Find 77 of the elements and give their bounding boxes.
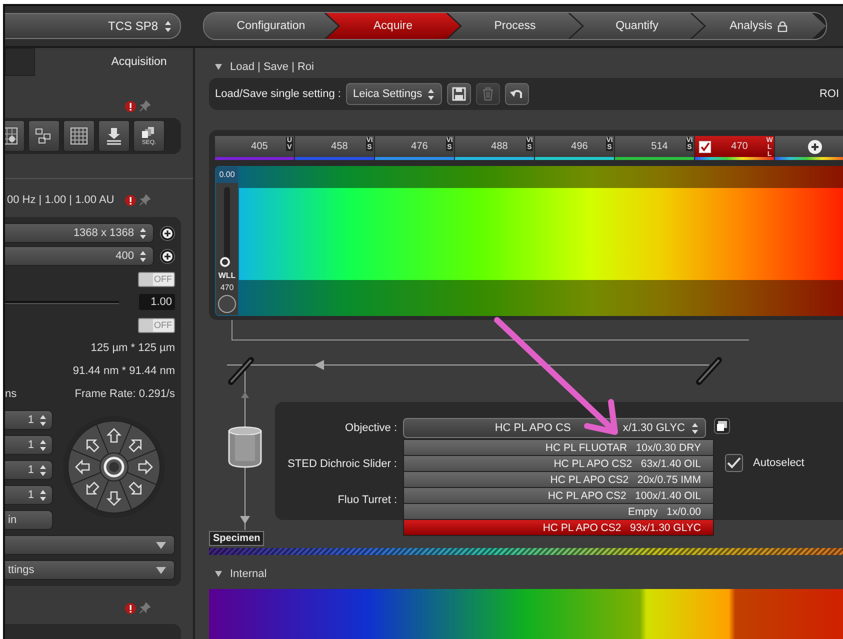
- info-text: 125 µm * 125 µm: [90, 342, 175, 354]
- grid-icon: [69, 126, 89, 146]
- slider-label: WLL: [218, 271, 236, 280]
- workflow-tab[interactable]: Acquire: [326, 13, 460, 39]
- specimen-label: Specimen: [209, 531, 264, 546]
- up-down-arrows-icon: [164, 20, 172, 32]
- up-down-arrows-icon: [39, 464, 47, 476]
- checkbox[interactable]: [725, 454, 743, 472]
- info-icon[interactable]: [125, 602, 136, 614]
- section-title[interactable]: Load | Save | Roi: [230, 61, 314, 73]
- spin-field[interactable]: 1: [5, 460, 53, 480]
- field-label: Objective :: [345, 422, 397, 434]
- workflow-tab[interactable]: Configuration: [204, 13, 338, 39]
- select-field[interactable]: 1368 x 1368: [5, 223, 154, 243]
- dropdown-field[interactable]: [5, 535, 175, 555]
- slider-thumb[interactable]: [220, 257, 230, 267]
- scale-label: 0.00: [216, 167, 238, 183]
- up-down-arrows-icon: [691, 422, 699, 434]
- toolbar-button[interactable]: [28, 120, 60, 152]
- select-field[interactable]: 400: [5, 246, 154, 266]
- caret-down-icon: [156, 566, 166, 574]
- section-title[interactable]: Internal: [230, 568, 267, 580]
- workflow-tab[interactable]: Quantify: [570, 13, 704, 39]
- up-down-arrows-icon: [139, 226, 147, 240]
- add-icon[interactable]: [160, 248, 175, 264]
- info-text: ns: [5, 388, 17, 400]
- workflow-tab[interactable]: Analysis: [692, 13, 826, 39]
- download-icon: [104, 126, 124, 146]
- grid-target-icon: [5, 126, 19, 146]
- field-label: ROI: [819, 88, 839, 100]
- up-down-arrows-icon: [39, 438, 47, 452]
- field-label: STED Dichroic Slider :: [288, 458, 397, 470]
- spin-field[interactable]: 1: [5, 435, 53, 455]
- slider-value: 470: [220, 282, 234, 293]
- collapse-triangle-icon[interactable]: [215, 64, 222, 70]
- objective-option[interactable]: HC PL APO CS2 93x/1.30 GLYC: [404, 520, 713, 535]
- collapse-triangle-icon[interactable]: [215, 571, 222, 577]
- info-text: Frame Rate: 0.291/s: [74, 388, 175, 400]
- window-icon[interactable]: [714, 418, 730, 434]
- field-label: Load/Save single setting :: [215, 88, 341, 100]
- objective-option[interactable]: HC PL APO CS2 63x/1.40 OIL: [404, 456, 713, 471]
- info-icon[interactable]: [125, 100, 136, 112]
- workflow-tab[interactable]: Process: [448, 13, 582, 39]
- dropdown-field[interactable]: ttings: [5, 560, 175, 580]
- select-field[interactable]: Leica Settings: [346, 83, 442, 105]
- slider-track[interactable]: [5, 300, 119, 304]
- spin-field[interactable]: 1: [5, 485, 53, 505]
- field-label: Fluo Turret :: [338, 494, 397, 506]
- objective-option[interactable]: HC PL FLUOTAR 10x/0.30 DRY: [404, 440, 713, 455]
- add-icon: [808, 140, 822, 154]
- up-down-arrows-icon: [39, 414, 47, 426]
- scan-summary: 00 Hz | 1.00 | 1.00 AU: [6, 194, 114, 206]
- toolbar-button[interactable]: [98, 120, 130, 152]
- icon-button[interactable]: [447, 83, 472, 105]
- knob[interactable]: [218, 295, 236, 313]
- laser-tab[interactable]: [775, 136, 843, 160]
- objective-option[interactable]: HC PL APO CS2 20x/0.75 IMM: [404, 472, 713, 487]
- info-icon[interactable]: [125, 194, 136, 206]
- value-field[interactable]: 1.00: [139, 294, 175, 310]
- toolbar-button[interactable]: [63, 120, 95, 152]
- checkbox-label: Autoselect: [753, 457, 804, 469]
- checkmark-icon: [727, 457, 741, 469]
- select-field[interactable]: HC PL APO CS x/1.30 GLYC: [403, 418, 706, 438]
- up-down-arrows-icon: [39, 488, 47, 502]
- checkbox-checked-icon[interactable]: [699, 141, 711, 153]
- up-down-arrows-icon: [139, 250, 147, 262]
- objective-option[interactable]: HC PL APO CS2 100x/1.40 OIL: [404, 488, 713, 503]
- spin-field[interactable]: 1: [5, 410, 53, 430]
- objective-option[interactable]: Empty 1x/0.00: [404, 504, 713, 519]
- save-icon: [451, 86, 468, 102]
- icon-button[interactable]: [505, 83, 530, 105]
- up-down-arrows-icon: [427, 88, 436, 100]
- panel-button[interactable]: in: [5, 510, 53, 530]
- info-text: 91.44 nm * 91.44 nm: [72, 365, 175, 377]
- device-selector[interactable]: TCS SP8: [5, 13, 181, 39]
- caret-down-icon: [156, 542, 166, 548]
- add-icon[interactable]: [160, 226, 175, 240]
